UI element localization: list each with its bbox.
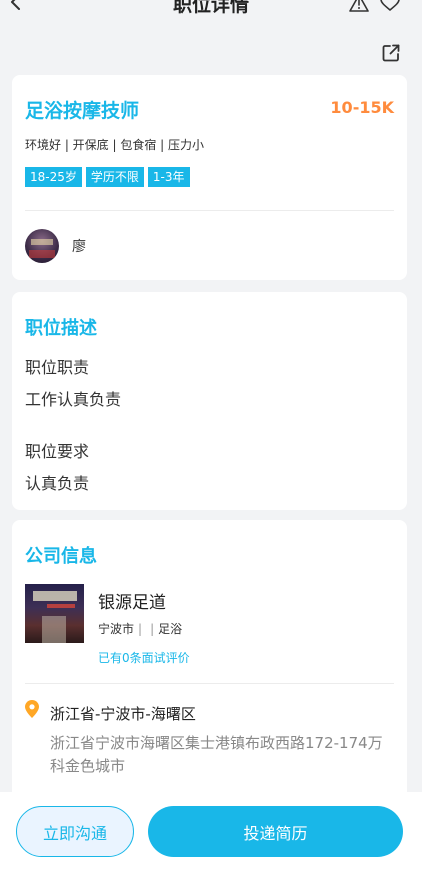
- requirements-text: 认真负责: [25, 474, 90, 493]
- duties-heading: 职位职责: [25, 358, 90, 377]
- bottom-action-bar: 立即沟通 投递简历: [0, 792, 422, 871]
- company-name[interactable]: 银源足道: [98, 588, 166, 613]
- company-info-card: 公司信息 银源足道 宁波市 | | 足浴 已有0条面试评价 浙江省-宁波市-海曙区 浙…: [12, 520, 407, 820]
- submit-resume-button[interactable]: 投递简历: [148, 806, 403, 857]
- requirement-tags: 18-25岁 学历不限 1-3年: [25, 167, 190, 187]
- share-icon[interactable]: [381, 43, 401, 63]
- company-meta: 宁波市 | | 足浴: [98, 622, 183, 636]
- interview-reviews-link[interactable]: 已有0条面试评价: [98, 649, 190, 666]
- location-pin-icon: [25, 700, 39, 718]
- favorite-heart-icon[interactable]: [380, 0, 400, 12]
- education-tag: 学历不限: [85, 167, 144, 187]
- job-title: 足浴按摩技师: [25, 100, 140, 122]
- recruiter-avatar[interactable]: [25, 229, 59, 263]
- description-section-title: 职位描述: [25, 318, 97, 339]
- report-warning-icon[interactable]: [349, 0, 369, 12]
- company-logo[interactable]: [25, 584, 84, 643]
- company-section-title: 公司信息: [25, 546, 97, 567]
- company-industry: 足浴: [158, 622, 183, 636]
- age-tag: 18-25岁: [25, 167, 82, 187]
- divider: [25, 683, 394, 684]
- job-description-card: 职位描述 职位职责 工作认真负责 职位要求 认真负责: [12, 292, 407, 510]
- recruiter-name[interactable]: 廖: [72, 236, 86, 256]
- requirements-heading: 职位要求: [25, 442, 90, 461]
- divider: [25, 210, 394, 211]
- benefits-list: 环境好 | 开保底 | 包食宿 | 压力小: [25, 138, 205, 152]
- top-bar: 职位详情: [0, 0, 422, 22]
- duties-text: 工作认真负责: [25, 390, 122, 409]
- company-address[interactable]: 浙江省宁波市海曙区集士港镇布政西路172-174万科金色城市: [50, 732, 385, 778]
- experience-tag: 1-3年: [147, 167, 190, 187]
- chat-now-button[interactable]: 立即沟通: [16, 806, 134, 857]
- company-city: 宁波市: [98, 622, 135, 636]
- job-summary-card: 足浴按摩技师 10-15K 环境好 | 开保底 | 包食宿 | 压力小 18-2…: [12, 75, 407, 280]
- company-region: 浙江省-宁波市-海曙区: [50, 705, 196, 723]
- salary: 10-15K: [330, 98, 394, 117]
